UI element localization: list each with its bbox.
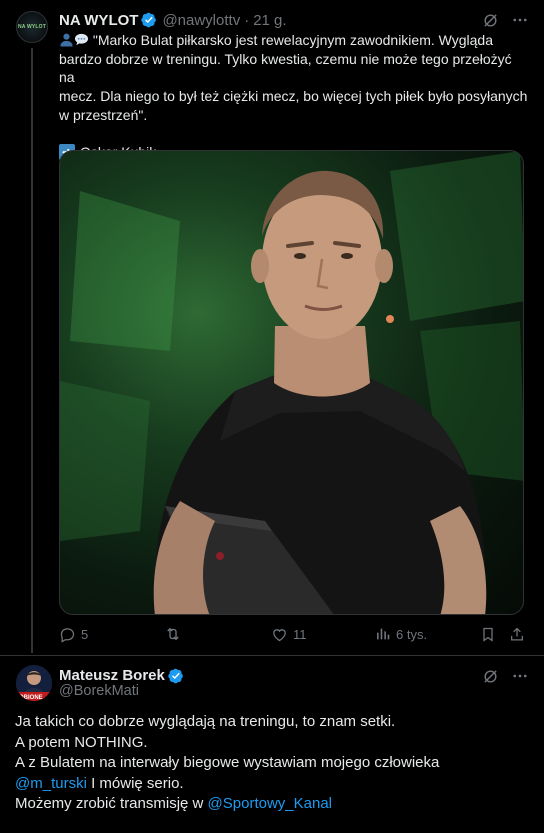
avatar-logo-text: NA WYLOT [17, 24, 47, 30]
verified-badge-icon[interactable] [141, 12, 157, 28]
tweet-text-line: @m_turski I mówię serio. [15, 774, 535, 795]
view-count: 6 tys. [396, 626, 428, 642]
more-options-icon[interactable] [510, 666, 530, 686]
tweet-text-line: Ja takich co dobrze wyglądają na trening… [15, 713, 396, 730]
verified-badge-icon[interactable] [168, 668, 184, 684]
tweet-header: NA WYLOT @nawylottv · 21 g. [59, 10, 287, 30]
tweet-text-line: A potem NOTHING. [15, 733, 148, 751]
tweet-top-actions [480, 10, 530, 30]
user-handle[interactable]: @nawylottv [162, 12, 240, 29]
share-button[interactable] [509, 624, 525, 644]
tweet-text: "Marko Bulat piłkarsko jest rewelacyjnym… [59, 31, 529, 161]
grok-icon[interactable] [480, 666, 500, 686]
tweet-text-fragment: Możemy zrobić transmisję w [15, 795, 208, 812]
display-name[interactable]: NA WYLOT [59, 12, 138, 29]
tweet-text-fragment: I mówię serio. [86, 774, 184, 792]
svg-text:OBIONE: OBIONE [19, 695, 43, 701]
repost-button[interactable] [164, 624, 187, 644]
tweet-text-line: "Marko Bulat piłkarsko jest rewelacyjnym… [92, 32, 493, 48]
timestamp[interactable]: 21 g. [253, 12, 286, 29]
tweet-top-actions [480, 666, 530, 686]
heart-icon [273, 628, 286, 641]
more-options-icon[interactable] [510, 10, 530, 30]
tweet-text-line: bardzo dobrze w treningu. Tylko kwestia,… [59, 50, 512, 86]
speech-balloon-emoji [74, 33, 89, 46]
bust-in-silhouette-emoji [60, 33, 73, 47]
mention-link[interactable]: @m_turski [15, 775, 87, 792]
mention-link[interactable]: @Sportowy_Kanal [208, 795, 332, 812]
tweet-text-line: Możemy zrobić transmisję w @Sportowy_Kan… [15, 794, 535, 815]
display-name[interactable]: Mateusz Borek [59, 667, 165, 684]
bookmark-icon [483, 627, 493, 642]
tweet-header: Mateusz Borek [59, 667, 184, 684]
bookmark-button[interactable] [480, 624, 496, 644]
tweet-video-thumbnail[interactable] [59, 150, 524, 615]
tweet-text-line: mecz. Dla niego to był też ciężki mecz, … [59, 88, 528, 105]
reply-button[interactable]: 5 [59, 624, 88, 644]
man-in-black-tshirt-image [60, 151, 523, 614]
tweet-nawylot[interactable]: NA WYLOT NA WYLOT @nawylottv · 21 g. "Ma… [0, 0, 544, 656]
tweet-mateusz-borek[interactable]: OBIONE Mateusz Borek @BorekMati Ja takic… [0, 656, 544, 833]
reply-icon [60, 627, 75, 643]
repost-icon [167, 627, 179, 641]
thread-connector-line [31, 48, 33, 653]
separator-dot: · [244, 11, 250, 29]
reply-count: 5 [81, 626, 89, 642]
nawylot-avatar[interactable]: NA WYLOT [16, 11, 48, 43]
tweet-text-line: A z Bulatem na interwały biegowe wystawi… [15, 754, 440, 771]
analytics-icon [377, 628, 390, 640]
borek-avatar[interactable]: OBIONE [16, 665, 52, 701]
user-handle[interactable]: @BorekMati [59, 683, 139, 699]
like-button[interactable]: 11 [271, 624, 307, 644]
views-button[interactable]: 6 tys. [375, 624, 427, 644]
tweet-text-line: w przestrzeń". [59, 106, 148, 123]
avatar-portrait: OBIONE [16, 665, 52, 701]
tweet-action-bar: 5 11 6 tys. [59, 624, 529, 644]
like-count: 11 [293, 626, 307, 642]
share-icon [511, 627, 523, 640]
grok-icon[interactable] [480, 10, 500, 30]
tweet-text: Ja takich co dobrze wyglądają na trening… [15, 712, 535, 815]
